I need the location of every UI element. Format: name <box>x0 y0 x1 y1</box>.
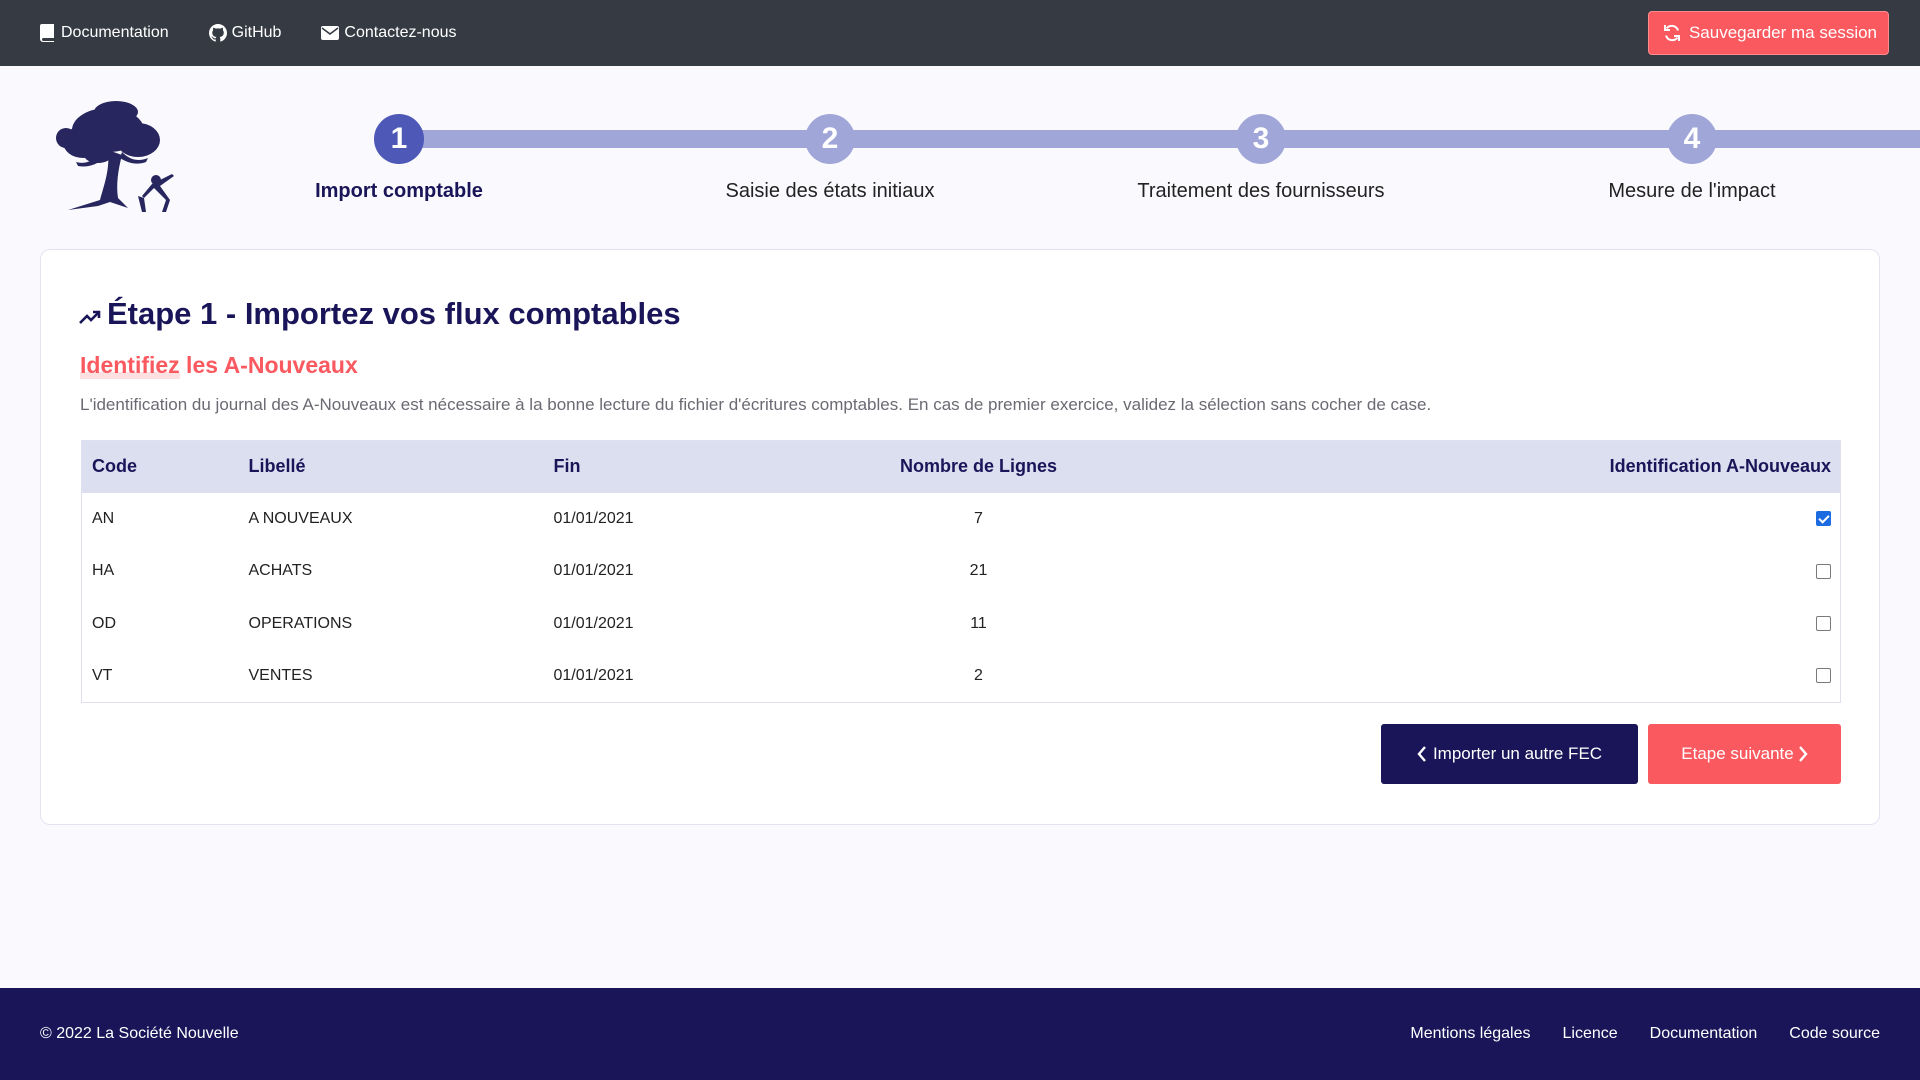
cell-ident <box>1078 597 1841 650</box>
step-traitement-fournisseurs[interactable]: 3 Traitement des fournisseurs <box>1061 114 1461 203</box>
book-icon <box>40 24 54 42</box>
card-title-text: Étape 1 - Importez vos flux comptables <box>107 296 681 331</box>
progress-stepper: 1 Import comptable 2 Saisie des états in… <box>0 110 1920 203</box>
step-number-badge: 3 <box>1236 114 1286 164</box>
step-label: Traitement des fournisseurs <box>1137 180 1385 202</box>
trend-up-icon <box>79 310 101 324</box>
cell-code: OD <box>81 597 239 650</box>
footer: © 2022 La Société Nouvelle Mentions léga… <box>0 988 1920 1080</box>
table-row: OD OPERATIONS 01/01/2021 11 <box>81 597 1841 650</box>
a-nouveaux-checkbox[interactable] <box>1816 616 1831 632</box>
import-card: Étape 1 - Importez vos flux comptables I… <box>40 249 1880 825</box>
cell-count: 2 <box>878 650 1079 703</box>
next-step-button[interactable]: Etape suivante <box>1648 724 1841 784</box>
save-session-label: Sauvegarder ma session <box>1688 23 1877 42</box>
cell-fin: 01/01/2021 <box>543 650 879 703</box>
column-header-fin[interactable]: Fin <box>543 440 879 493</box>
cell-fin: 01/01/2021 <box>543 492 879 545</box>
envelope-icon <box>321 26 340 40</box>
nav-link-label: Documentation <box>61 24 169 41</box>
cell-code: VT <box>81 650 239 703</box>
a-nouveaux-checkbox[interactable] <box>1816 668 1831 684</box>
step-number-badge: 2 <box>805 114 855 164</box>
chevron-right-icon <box>1798 746 1808 762</box>
cell-libelle: OPERATIONS <box>238 597 544 650</box>
github-icon <box>208 24 227 42</box>
cell-libelle: A NOUVEAUX <box>238 492 544 545</box>
next-step-label: Etape suivante <box>1681 744 1794 763</box>
step-label: Mesure de l'impact <box>1608 180 1776 202</box>
table-row: VT VENTES 01/01/2021 2 <box>81 650 1841 703</box>
footer-link-licence[interactable]: Licence <box>1563 1025 1618 1043</box>
nav-link-label: Contactez-nous <box>344 24 457 41</box>
nav-link-github[interactable]: GitHub <box>208 24 282 42</box>
step-import-comptable[interactable]: 1 Import comptable <box>199 114 599 203</box>
import-other-fec-label: Importer un autre FEC <box>1432 744 1603 763</box>
footer-links: Mentions légales Licence Documentation C… <box>1378 1025 1880 1043</box>
nav-link-label: GitHub <box>231 24 282 41</box>
footer-link-code-source[interactable]: Code source <box>1789 1025 1880 1043</box>
cell-code: HA <box>81 545 239 598</box>
footer-copyright: © 2022 La Société Nouvelle <box>40 1025 239 1042</box>
cell-libelle: VENTES <box>238 650 544 703</box>
footer-link-mentions-legales[interactable]: Mentions légales <box>1410 1025 1530 1043</box>
step-saisie-etats-initiaux[interactable]: 2 Saisie des états initiaux <box>630 114 1030 203</box>
cell-ident <box>1078 650 1841 703</box>
column-header-ident[interactable]: Identification A-Nouveaux <box>1078 440 1841 493</box>
cell-count: 21 <box>878 545 1079 598</box>
cell-ident <box>1078 492 1841 545</box>
card-title: Étape 1 - Importez vos flux comptables <box>79 296 681 332</box>
sync-icon <box>1663 24 1680 42</box>
nav-link-contact[interactable]: Contactez-nous <box>321 24 456 42</box>
save-session-button[interactable]: Sauvegarder ma session <box>1647 11 1889 55</box>
cell-libelle: ACHATS <box>238 545 544 598</box>
step-label: Saisie des états initiaux <box>725 180 935 202</box>
top-navbar: Documentation GitHub Contactez-nous Sauv… <box>0 0 1920 66</box>
cell-code: AN <box>81 492 239 545</box>
a-nouveaux-checkbox[interactable] <box>1816 511 1831 527</box>
step-number-badge: 4 <box>1667 114 1717 164</box>
cell-count: 7 <box>878 492 1079 545</box>
cell-fin: 01/01/2021 <box>543 597 879 650</box>
cell-ident <box>1078 545 1841 598</box>
import-other-fec-button[interactable]: Importer un autre FEC <box>1381 724 1638 784</box>
step-mesure-impact[interactable]: 4 Mesure de l'impact <box>1492 114 1892 203</box>
card-description: L'identification du journal des A-Nouvea… <box>80 395 1432 414</box>
table-header-row: Code Libellé Fin Nombre de Lignes Identi… <box>81 440 1841 493</box>
table-row: AN A NOUVEAUX 01/01/2021 7 <box>81 492 1841 545</box>
cell-count: 11 <box>878 597 1079 650</box>
footer-link-documentation[interactable]: Documentation <box>1650 1025 1758 1043</box>
cell-fin: 01/01/2021 <box>543 545 879 598</box>
step-label: Import comptable <box>315 180 483 202</box>
column-header-code[interactable]: Code <box>81 440 239 493</box>
chevron-left-icon <box>1417 746 1426 762</box>
table-row: HA ACHATS 01/01/2021 21 <box>81 545 1841 598</box>
a-nouveaux-checkbox[interactable] <box>1816 563 1831 579</box>
nav-link-documentation[interactable]: Documentation <box>40 24 169 42</box>
card-subtitle: Identifiez les A-Nouveaux <box>80 352 358 379</box>
journals-table: Code Libellé Fin Nombre de Lignes Identi… <box>81 440 1841 703</box>
column-header-count[interactable]: Nombre de Lignes <box>878 440 1079 493</box>
column-header-libelle[interactable]: Libellé <box>238 440 544 493</box>
step-number-badge: 1 <box>374 114 424 164</box>
